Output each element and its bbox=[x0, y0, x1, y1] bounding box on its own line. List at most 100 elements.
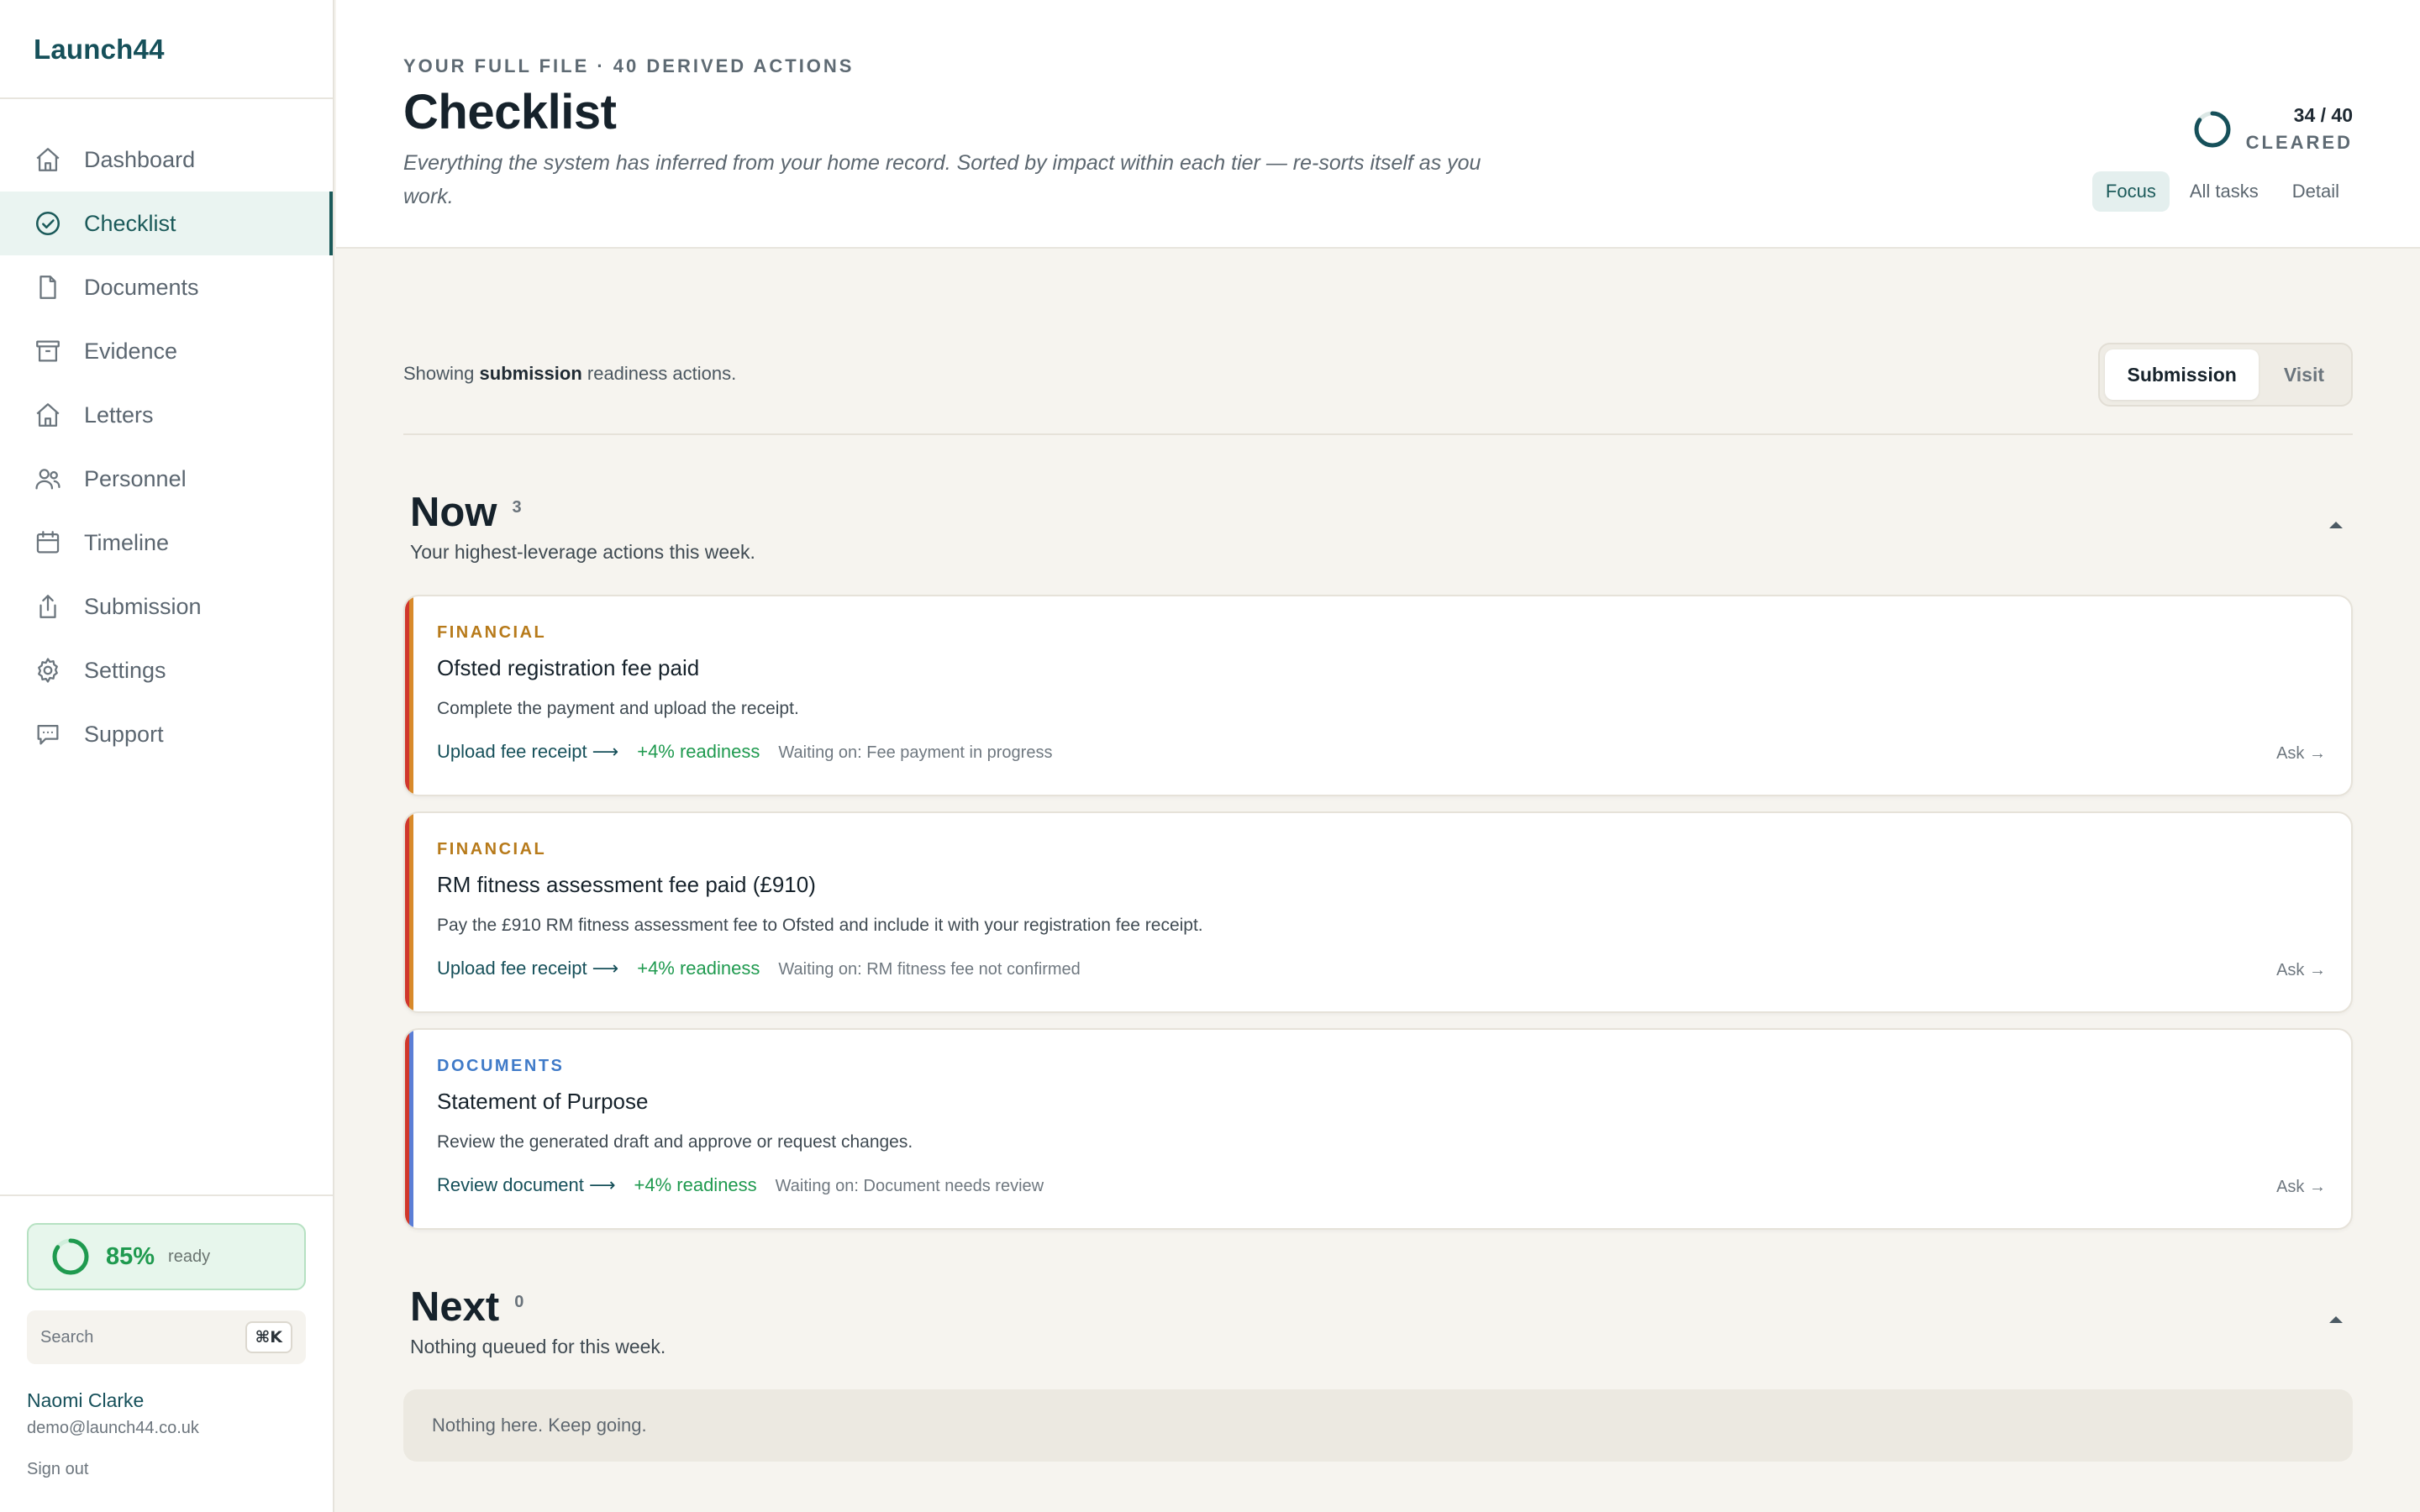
user-name: Naomi Clarke bbox=[27, 1389, 145, 1411]
task-impact: +4% readiness bbox=[637, 958, 760, 979]
sidebar-item-support[interactable]: Support bbox=[0, 702, 333, 766]
sidebar-item-documents[interactable]: Documents bbox=[0, 255, 333, 319]
group-count: 0 bbox=[514, 1293, 524, 1311]
sidebar-nav: Dashboard Checklist Documents Evidence L… bbox=[0, 99, 333, 766]
filter-suffix: readiness actions. bbox=[581, 363, 737, 384]
progress-count: 34 / 40 bbox=[2293, 104, 2353, 126]
task-title: Statement of Purpose bbox=[437, 1089, 649, 1114]
users-icon bbox=[35, 469, 60, 490]
sidebar-item-label: Support bbox=[84, 721, 164, 747]
task-description: Review the generated draft and approve o… bbox=[437, 1132, 913, 1152]
search-shortcut: ⌘K bbox=[245, 1321, 292, 1353]
readiness-ring-icon bbox=[52, 1238, 89, 1275]
task-impact: +4% readiness bbox=[634, 1174, 757, 1195]
tab-detail[interactable]: Detail bbox=[2279, 171, 2353, 212]
task-category: DOCUMENTS bbox=[437, 1057, 565, 1075]
sidebar: Launch44 Dashboard Checklist Documents E… bbox=[0, 0, 334, 1512]
task-card[interactable]: DOCUMENTS Statement of Purpose Review th… bbox=[403, 1028, 2353, 1230]
group-next-header: Next 0 Nothing queued for this week. bbox=[410, 1284, 2346, 1358]
priority-bar bbox=[405, 596, 415, 795]
task-action-link[interactable]: Upload fee receipt ⟶ bbox=[437, 741, 618, 763]
tab-focus[interactable]: Focus bbox=[2091, 171, 2170, 212]
filter-row: Showing submission readiness actions. Su… bbox=[403, 343, 2353, 407]
priority-bar bbox=[405, 1030, 415, 1228]
archive-icon bbox=[36, 340, 60, 362]
task-card[interactable]: FINANCIAL RM fitness assessment fee paid… bbox=[403, 811, 2353, 1013]
empty-state: Nothing here. Keep going. bbox=[403, 1389, 2353, 1462]
cleared-progress: 34 / 40 CLEARED bbox=[2192, 104, 2353, 154]
group-subtitle: Your highest-leverage actions this week. bbox=[410, 541, 755, 563]
page-title: Checklist bbox=[403, 85, 617, 139]
filter-emphasis: submission bbox=[479, 363, 582, 384]
tab-all-tasks[interactable]: All tasks bbox=[2176, 171, 2272, 212]
collapse-chevron-icon[interactable] bbox=[2326, 517, 2346, 531]
task-waiting: Waiting on: Document needs review bbox=[775, 1177, 1044, 1195]
sidebar-item-timeline[interactable]: Timeline bbox=[0, 511, 333, 575]
sidebar-item-label: Evidence bbox=[84, 338, 178, 364]
ask-link[interactable]: Ask → bbox=[2276, 744, 2326, 764]
group-count: 3 bbox=[512, 498, 522, 517]
sidebar-item-evidence[interactable]: Evidence bbox=[0, 319, 333, 383]
task-title: RM fitness assessment fee paid (£910) bbox=[437, 872, 816, 897]
progress-label: CLEARED bbox=[2245, 132, 2353, 153]
user-email: demo@launch44.co.uk bbox=[27, 1419, 199, 1437]
ask-link[interactable]: Ask → bbox=[2276, 1178, 2326, 1197]
task-description: Pay the £910 RM fitness assessment fee t… bbox=[437, 916, 1203, 935]
task-card[interactable]: FINANCIAL Ofsted registration fee paid C… bbox=[403, 595, 2353, 796]
sidebar-item-label: Checklist bbox=[84, 210, 176, 236]
task-waiting: Waiting on: Fee payment in progress bbox=[778, 743, 1053, 762]
page-eyebrow: YOUR FULL FILE · 40 DERIVED ACTIONS bbox=[403, 55, 855, 76]
ask-link[interactable]: Ask → bbox=[2276, 961, 2326, 980]
sidebar-item-label: Personnel bbox=[84, 465, 187, 491]
task-waiting: Waiting on: RM fitness fee not confirmed bbox=[778, 960, 1081, 979]
sidebar-footer: 85% ready Search ⌘K Naomi Clarke demo@la… bbox=[0, 1194, 333, 1512]
upload-icon bbox=[39, 595, 56, 618]
sidebar-item-personnel[interactable]: Personnel bbox=[0, 447, 333, 511]
sidebar-item-letters[interactable]: Letters bbox=[0, 383, 333, 447]
task-category: FINANCIAL bbox=[437, 840, 547, 858]
sidebar-item-label: Settings bbox=[84, 657, 166, 683]
calendar-icon bbox=[36, 531, 60, 554]
brand-logo[interactable]: Launch44 bbox=[0, 0, 333, 99]
page-subtitle: Everything the system has inferred from … bbox=[403, 151, 1481, 208]
priority-bar bbox=[405, 813, 415, 1011]
task-action-link[interactable]: Review document ⟶ bbox=[437, 1174, 616, 1196]
sidebar-item-checklist[interactable]: Checklist bbox=[0, 192, 333, 255]
readiness-card[interactable]: 85% ready bbox=[27, 1223, 306, 1290]
gear-icon bbox=[38, 658, 58, 683]
readiness-percent: 85% bbox=[106, 1242, 155, 1270]
group-title: Now bbox=[410, 490, 497, 535]
task-footer: Review document ⟶ +4% readiness Waiting … bbox=[437, 1174, 1044, 1196]
task-footer: Upload fee receipt ⟶ +4% readiness Waiti… bbox=[437, 741, 1052, 763]
sidebar-item-label: Documents bbox=[84, 274, 199, 300]
sidebar-item-dashboard[interactable]: Dashboard bbox=[0, 128, 333, 192]
filter-description: Showing submission readiness actions. bbox=[403, 363, 736, 385]
task-action-link[interactable]: Upload fee receipt ⟶ bbox=[437, 958, 618, 979]
sidebar-item-label: Dashboard bbox=[84, 146, 196, 172]
home-icon bbox=[36, 148, 60, 171]
sidebar-item-settings[interactable]: Settings bbox=[0, 638, 333, 702]
sidebar-item-label: Timeline bbox=[84, 529, 170, 555]
group-now-header: Now 3 Your highest-leverage actions this … bbox=[410, 489, 2346, 564]
divider bbox=[403, 433, 2353, 435]
check-circle-icon bbox=[35, 211, 60, 236]
task-category: FINANCIAL bbox=[437, 623, 547, 642]
file-icon bbox=[39, 276, 56, 299]
chat-icon bbox=[37, 724, 59, 745]
search-placeholder: Search bbox=[40, 1327, 94, 1347]
sidebar-item-submission[interactable]: Submission bbox=[0, 575, 333, 638]
collapse-chevron-icon[interactable] bbox=[2326, 1312, 2346, 1326]
group-subtitle: Nothing queued for this week. bbox=[410, 1336, 666, 1357]
search-input[interactable]: Search ⌘K bbox=[27, 1310, 306, 1364]
task-impact: +4% readiness bbox=[637, 741, 760, 762]
group-title: Next bbox=[410, 1284, 500, 1330]
segment-visit[interactable]: Visit bbox=[2262, 349, 2346, 400]
segment-submission[interactable]: Submission bbox=[2105, 349, 2259, 400]
mode-toggle: Submission Visit bbox=[2098, 343, 2353, 407]
filter-prefix: Showing bbox=[403, 363, 480, 384]
page-header: YOUR FULL FILE · 40 DERIVED ACTIONS Chec… bbox=[336, 0, 2420, 249]
view-tabs: Focus All tasks Detail bbox=[2091, 171, 2353, 212]
task-title: Ofsted registration fee paid bbox=[437, 655, 700, 680]
sign-out-link[interactable]: Sign out bbox=[27, 1460, 306, 1479]
readiness-label: ready bbox=[168, 1247, 211, 1266]
